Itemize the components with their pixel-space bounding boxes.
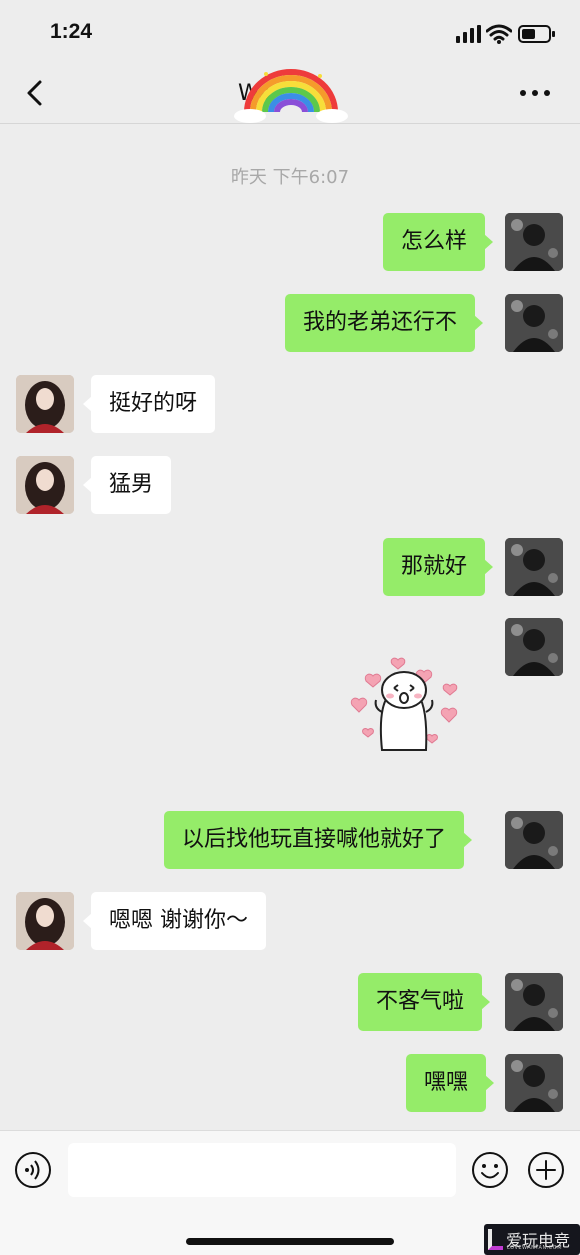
hearts-sticker[interactable] bbox=[342, 650, 464, 756]
avatar-self[interactable] bbox=[505, 811, 563, 869]
message-bubble-sent[interactable]: 以后找他玩直接喊他就好了 bbox=[164, 811, 473, 869]
watermark-subtext: LOVEWANYAN.COM bbox=[507, 1245, 563, 1251]
message-timestamp: 昨天 下午6:07 bbox=[230, 167, 350, 188]
avatar-self[interactable] bbox=[505, 294, 563, 352]
chat-header: Wa bbox=[0, 66, 580, 124]
emoji-icon[interactable] bbox=[471, 1151, 509, 1189]
message-bubble-received[interactable]: 嗯嗯 谢谢你～ bbox=[83, 892, 266, 950]
avatar-self[interactable] bbox=[505, 213, 563, 271]
message-bubble-sent[interactable]: 怎么样 bbox=[383, 213, 494, 271]
watermark-mark-icon bbox=[488, 1229, 503, 1250]
avatar-contact[interactable] bbox=[16, 892, 74, 950]
home-indicator bbox=[186, 1238, 394, 1245]
battery-icon bbox=[518, 25, 555, 43]
signal-icon bbox=[456, 25, 481, 43]
avatar-self[interactable] bbox=[505, 973, 563, 1031]
status-bar: 1:24 bbox=[0, 0, 580, 66]
voice-icon[interactable] bbox=[14, 1151, 52, 1189]
message-bubble-received[interactable]: 挺好的呀 bbox=[82, 375, 216, 433]
back-icon[interactable] bbox=[22, 78, 50, 108]
watermark-logo: 爱玩电竞 LOVEWANYAN.COM bbox=[484, 1224, 580, 1255]
avatar-self[interactable] bbox=[505, 618, 563, 676]
message-bubble-sent[interactable]: 那就好 bbox=[383, 538, 494, 596]
rainbow-sticker-icon bbox=[234, 69, 348, 123]
wifi-icon bbox=[486, 24, 512, 44]
message-bubble-sent[interactable]: 不客气啦 bbox=[358, 973, 491, 1031]
message-bubble-sent[interactable]: 嘿嘿 bbox=[406, 1054, 495, 1112]
avatar-contact[interactable] bbox=[16, 456, 74, 514]
avatar-self[interactable] bbox=[505, 1054, 563, 1112]
avatar-self[interactable] bbox=[505, 538, 563, 596]
message-bubble-sent[interactable]: 我的老弟还行不 bbox=[285, 294, 484, 352]
avatar-contact[interactable] bbox=[16, 375, 74, 433]
message-input[interactable] bbox=[68, 1143, 456, 1197]
status-time: 1:24 bbox=[50, 20, 93, 43]
plus-icon[interactable] bbox=[527, 1151, 565, 1189]
more-icon[interactable] bbox=[518, 84, 552, 102]
message-bubble-received[interactable]: 猛男 bbox=[82, 456, 172, 514]
